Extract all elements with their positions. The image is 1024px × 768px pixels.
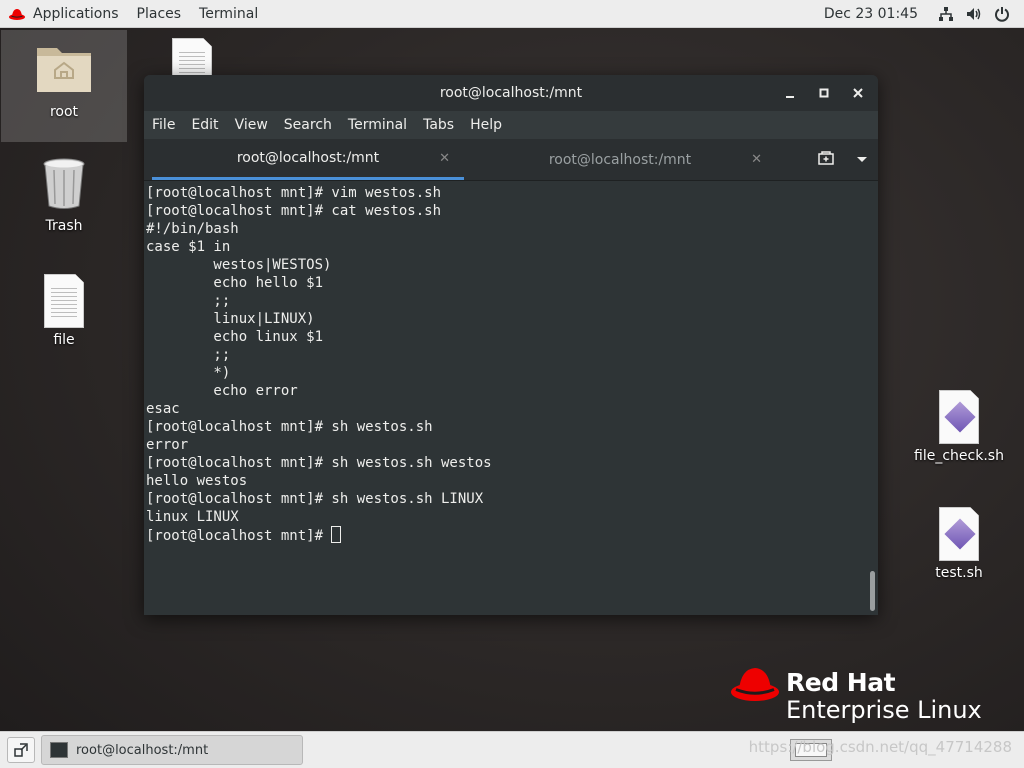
system-tray[interactable] — [938, 6, 1010, 22]
scrollbar[interactable] — [868, 181, 878, 615]
window-titlebar[interactable]: root@localhost:/mnt — [144, 75, 878, 111]
terminal-app-menu[interactable]: Terminal — [190, 0, 267, 28]
desktop-icon-file-check[interactable]: file_check.sh — [896, 390, 1022, 464]
script-file-icon — [939, 390, 979, 444]
desktop-icon-file[interactable]: file — [1, 274, 127, 348]
terminal-line: case $1 in — [146, 239, 231, 255]
tab-label: root@localhost:/mnt — [236, 150, 380, 166]
home-folder-icon — [37, 48, 91, 92]
new-tab-icon — [818, 151, 834, 165]
desktop-icon-label: Trash — [45, 218, 83, 234]
volume-icon[interactable] — [966, 6, 982, 22]
terminal-line: echo hello $1 — [146, 275, 324, 291]
terminal-cursor — [331, 526, 342, 543]
desktop-icon-root[interactable]: root — [1, 30, 127, 142]
watermark: https://blog.csdn.net/qq_47714288 — [748, 738, 1012, 756]
terminal-line: [root@localhost mnt]# vim westos.sh — [146, 185, 442, 201]
minimize-button[interactable] — [780, 83, 800, 103]
scrollbar-thumb[interactable] — [870, 571, 875, 611]
text-file-icon — [44, 274, 84, 328]
terminal-line: westos|WESTOS) — [146, 257, 332, 273]
tab-2[interactable]: root@localhost:/mnt ✕ — [464, 139, 776, 180]
terminal-prompt: [root@localhost mnt]# — [146, 528, 332, 544]
terminal-line: linux LINUX — [146, 509, 239, 525]
terminal-line: ;; — [146, 347, 231, 363]
taskbar-item-label: root@localhost:/mnt — [76, 742, 209, 758]
terminal-line: error — [146, 437, 189, 453]
menu-file[interactable]: File — [152, 117, 175, 133]
menu-view[interactable]: View — [235, 117, 268, 133]
terminal-icon — [50, 742, 68, 758]
maximize-icon — [819, 88, 829, 98]
terminal-line: ;; — [146, 293, 231, 309]
window-title: root@localhost:/mnt — [439, 85, 583, 101]
top-bar: Applications Places Terminal Dec 23 01:4… — [0, 0, 1024, 28]
terminal-lines: [root@localhost mnt]# vim westos.sh [root… — [146, 184, 868, 526]
terminal-line: [root@localhost mnt]# sh westos.sh westo… — [146, 455, 492, 471]
close-button[interactable] — [848, 83, 868, 103]
terminal-output[interactable]: [root@localhost mnt]# vim westos.sh [root… — [144, 181, 868, 615]
show-desktop-icon — [14, 743, 28, 757]
applications-menu[interactable]: Applications — [0, 0, 128, 28]
terminal-window[interactable]: root@localhost:/mnt File Edit View Searc… — [144, 75, 878, 615]
desktop-icon-trash[interactable]: Trash — [1, 158, 127, 234]
clock[interactable]: Dec 23 01:45 — [824, 6, 918, 22]
terminal-line: echo linux $1 — [146, 329, 324, 345]
terminal-line: linux|LINUX) — [146, 311, 315, 327]
show-desktop-button[interactable] — [7, 737, 35, 763]
terminal-line: echo error — [146, 383, 298, 399]
new-tab-button[interactable] — [818, 151, 834, 169]
redhat-hat-icon — [731, 668, 779, 701]
tab-close-button[interactable]: ✕ — [751, 152, 762, 167]
terminal-line: #!/bin/bash — [146, 221, 239, 237]
taskbar: root@localhost:/mnt https://blog.csdn.ne… — [0, 731, 1024, 768]
terminal-line: *) — [146, 365, 231, 381]
terminal-line: [root@localhost mnt]# sh westos.sh — [146, 419, 433, 435]
desktop-icon-label: file — [53, 332, 75, 348]
menu-help[interactable]: Help — [470, 117, 502, 133]
terminal-line: [root@localhost mnt]# cat westos.sh — [146, 203, 442, 219]
places-menu[interactable]: Places — [128, 0, 191, 28]
network-icon[interactable] — [938, 6, 954, 22]
menu-tabs[interactable]: Tabs — [423, 117, 454, 133]
redhat-logo: Red Hat Enterprise Linux — [730, 662, 990, 726]
terminal-prompt-line: [root@localhost mnt]# — [146, 526, 868, 545]
tab-1[interactable]: root@localhost:/mnt ✕ — [152, 139, 464, 180]
tab-bar: root@localhost:/mnt ✕ root@localhost:/mn… — [144, 139, 878, 181]
power-icon[interactable] — [994, 6, 1010, 22]
desktop-icon-label: file_check.sh — [914, 448, 1004, 464]
terminal-line: esac — [146, 401, 180, 417]
terminal-line: [root@localhost mnt]# sh westos.sh LINUX — [146, 491, 484, 507]
trash-icon — [43, 158, 85, 209]
redhat-icon — [9, 8, 25, 20]
desktop-icon-label: root — [49, 104, 79, 120]
tab-close-button[interactable]: ✕ — [439, 151, 450, 166]
chevron-down-icon — [857, 157, 867, 162]
tab-label: root@localhost:/mnt — [548, 151, 692, 168]
menu-terminal[interactable]: Terminal — [348, 117, 407, 133]
applications-label: Applications — [33, 5, 119, 22]
close-icon — [853, 88, 863, 98]
menu-bar: File Edit View Search Terminal Tabs Help — [144, 111, 878, 139]
tabs-menu-button[interactable] — [856, 152, 868, 168]
desktop-icon-test[interactable]: test.sh — [896, 507, 1022, 581]
maximize-button[interactable] — [814, 83, 834, 103]
terminal-line: hello westos — [146, 473, 248, 489]
brand-line-2: Enterprise Linux — [786, 696, 982, 724]
menu-edit[interactable]: Edit — [191, 117, 218, 133]
minimize-icon — [786, 96, 794, 98]
taskbar-item-terminal[interactable]: root@localhost:/mnt — [41, 735, 303, 765]
menu-search[interactable]: Search — [284, 117, 332, 133]
script-file-icon — [939, 507, 979, 561]
desktop-icon-label: test.sh — [935, 565, 983, 581]
brand-line-1: Red Hat — [786, 668, 896, 697]
